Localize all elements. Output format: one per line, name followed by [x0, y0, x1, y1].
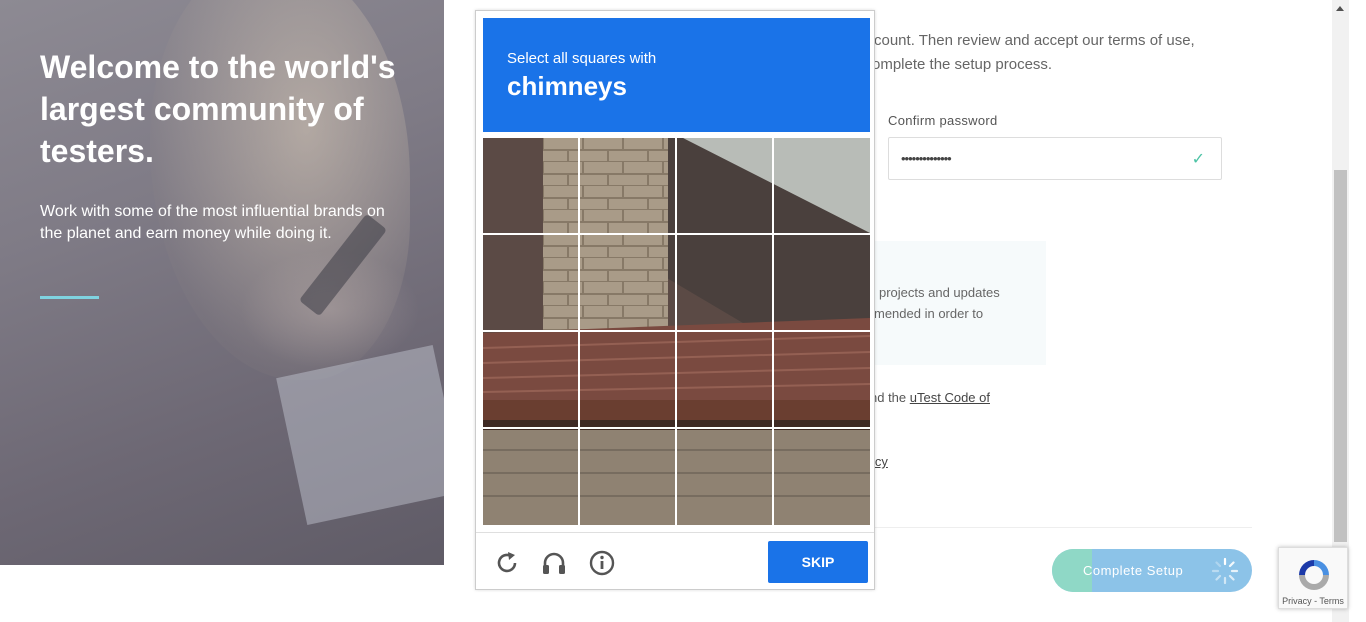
recaptcha-logo-icon — [1299, 560, 1329, 590]
captcha-tile[interactable] — [774, 429, 869, 524]
recaptcha-terms[interactable]: Privacy - Terms — [1279, 596, 1347, 606]
info-icon[interactable] — [588, 549, 616, 577]
hero-panel: Welcome to the world's largest community… — [0, 0, 444, 565]
complete-setup-label: Complete Setup — [1083, 563, 1184, 578]
captcha-footer-divider — [476, 532, 874, 533]
confirm-password-field[interactable]: •••••••••••••• ✓ — [888, 137, 1222, 180]
captcha-tile[interactable] — [677, 138, 772, 233]
confirm-password-value: •••••••••••••• — [901, 151, 952, 166]
hero-heading: Welcome to the world's largest community… — [40, 49, 396, 169]
scrollbar-thumb[interactable] — [1334, 170, 1347, 542]
page-scrollbar[interactable] — [1332, 0, 1349, 622]
complete-setup-button[interactable]: Complete Setup — [1052, 549, 1252, 592]
hero-image-paper — [276, 345, 444, 525]
form-divider — [866, 527, 1252, 528]
captcha-tile[interactable] — [677, 332, 772, 427]
recaptcha-badge[interactable]: Privacy - Terms — [1278, 547, 1348, 609]
info-text-line-2: mended in order to — [874, 306, 984, 321]
scroll-up-arrow-icon[interactable] — [1336, 6, 1344, 11]
captcha-header: Select all squares with chimneys — [483, 18, 870, 132]
code-of-conduct-text: nd the uTest Code of — [870, 390, 990, 405]
captcha-target: chimneys — [507, 71, 627, 101]
captcha-tile[interactable] — [774, 138, 869, 233]
captcha-dialog: Select all squares with chimneys SKIP — [475, 10, 875, 590]
reload-icon[interactable] — [493, 549, 521, 577]
captcha-tile[interactable] — [580, 332, 675, 427]
intro-text-line-1: count. Then review and accept our terms … — [874, 32, 1195, 49]
captcha-tile[interactable] — [774, 332, 869, 427]
headphones-icon[interactable] — [540, 549, 568, 577]
info-box: projects and updates mended in order to — [866, 241, 1046, 365]
page: Welcome to the world's largest community… — [0, 0, 1366, 622]
hero-subtext: Work with some of the most influential b… — [40, 203, 385, 242]
skip-button[interactable]: SKIP — [768, 541, 868, 583]
loading-spinner-icon — [1211, 557, 1239, 585]
captcha-tile[interactable] — [580, 429, 675, 524]
captcha-tile[interactable] — [483, 429, 578, 524]
confirm-password-label: Confirm password — [888, 113, 998, 128]
captcha-tile[interactable] — [483, 138, 578, 233]
captcha-tile[interactable] — [580, 235, 675, 330]
captcha-image-grid — [483, 138, 870, 525]
captcha-tile[interactable] — [774, 235, 869, 330]
code-of-conduct-prefix: nd the — [870, 390, 910, 405]
captcha-tile[interactable] — [677, 429, 772, 524]
captcha-tile[interactable] — [580, 138, 675, 233]
captcha-instruction: Select all squares with — [507, 50, 657, 67]
hero-accent-line — [40, 296, 99, 299]
code-of-conduct-link[interactable]: uTest Code of — [910, 390, 990, 405]
intro-text-line-2: omplete the setup process. — [872, 56, 1053, 73]
check-icon: ✓ — [1191, 151, 1205, 168]
captcha-tile[interactable] — [483, 235, 578, 330]
captcha-tile[interactable] — [677, 235, 772, 330]
captcha-tile[interactable] — [483, 332, 578, 427]
info-text-line-1: projects and updates — [879, 285, 1000, 300]
